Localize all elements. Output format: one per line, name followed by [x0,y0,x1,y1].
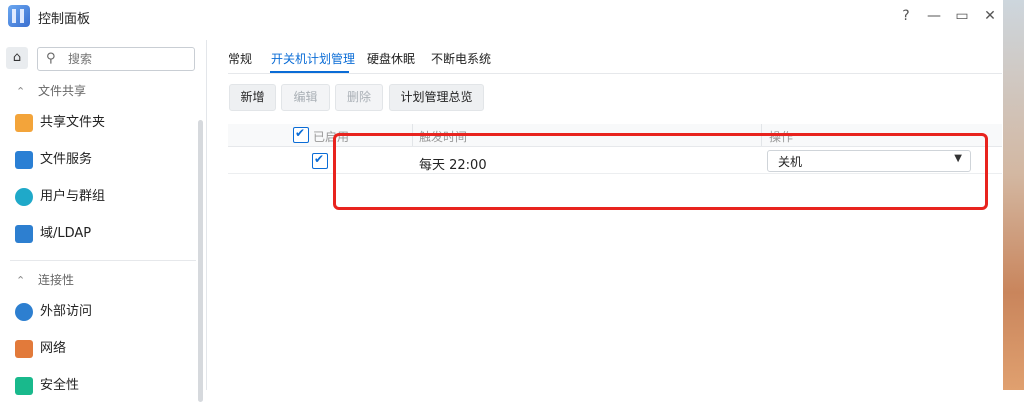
sidebar-scrollbar[interactable] [198,120,203,402]
sidebar-item-users-groups[interactable]: 用户与群组 [15,183,195,211]
schedule-overview-button[interactable]: 计划管理总览 [389,84,484,111]
folder-icon [15,114,33,132]
edit-button[interactable]: 编辑 [281,84,330,111]
maximize-button[interactable]: ▭ [952,6,972,26]
title-bar: 控制面板 ? — ▭ ✕ [0,0,1024,32]
search-box[interactable]: ⚲ [37,47,195,71]
tab-hdd-hibernation[interactable]: 硬盘休眠 [367,50,415,67]
ldap-icon [15,225,33,243]
external-access-icon [15,303,33,321]
network-icon [15,340,33,358]
tab-general[interactable]: 常规 [228,50,252,67]
tab-power-schedule[interactable]: 开关机计划管理 [271,50,355,67]
sidebar: ⌂ ⚲ ⌃文件共享 共享文件夹 文件服务 用户与群组 域/LDAP ⌃连接性 外… [0,40,207,402]
desktop-background [1003,0,1024,390]
annotation-highlight-box [333,133,988,210]
sidebar-item-external-access[interactable]: 外部访问 [15,298,195,326]
add-button[interactable]: 新增 [229,84,276,111]
sidebar-item-network[interactable]: 网络 [15,335,195,363]
section-divider [10,260,196,261]
row-enabled-checkbox[interactable] [312,152,328,169]
tabs-divider [228,73,1002,74]
search-icon: ⚲ [46,51,56,66]
window-title: 控制面板 [38,12,91,27]
help-button[interactable]: ? [896,6,916,26]
sidebar-item-security[interactable]: 安全性 [15,372,195,400]
search-input[interactable] [66,50,190,68]
tab-ups[interactable]: 不断电系统 [431,50,491,67]
section-connectivity[interactable]: ⌃ 连接性 [16,271,74,288]
minimize-button[interactable]: — [924,6,944,26]
sidebar-item-file-services[interactable]: 文件服务 [15,146,195,174]
chevron-up-icon: ⌃ [16,274,26,287]
section-file-sharing[interactable]: ⌃ 文件共享 [16,82,86,99]
users-icon [15,188,33,206]
chevron-up-icon: ⌃ [16,85,26,98]
close-button[interactable]: ✕ [980,6,1000,26]
home-icon[interactable]: ⌂ [6,47,28,69]
file-services-icon [15,151,33,169]
delete-button[interactable]: 删除 [335,84,383,111]
select-all-checkbox[interactable] [293,126,309,143]
sidebar-item-domain-ldap[interactable]: 域/LDAP [15,220,195,248]
security-icon [15,377,33,395]
control-panel-app-icon [8,5,30,27]
sidebar-item-shared-folder[interactable]: 共享文件夹 [15,109,195,137]
